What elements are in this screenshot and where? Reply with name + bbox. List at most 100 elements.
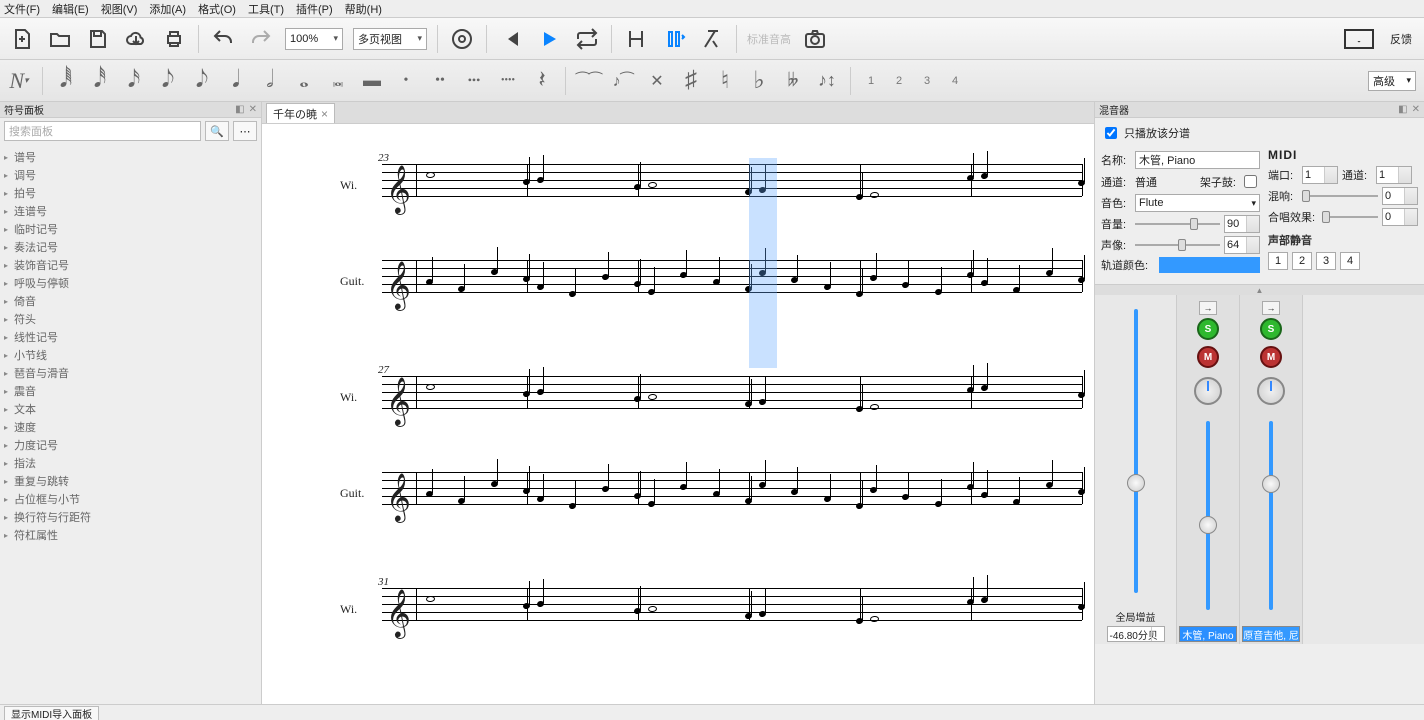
feedback-label[interactable]: 反馈 (1390, 31, 1412, 47)
dot-1-icon[interactable]: • (395, 66, 417, 96)
midi-import-panel-button[interactable]: 显示MIDI导入面板 (4, 706, 99, 720)
palette-item[interactable]: 小节线 (0, 346, 261, 364)
menu-help[interactable]: 帮助(H) (345, 1, 382, 17)
midi-port-value[interactable]: 1 (1302, 166, 1338, 184)
redo-icon[interactable] (247, 25, 275, 53)
zoom-select[interactable]: 100% (285, 28, 343, 50)
note-longa-icon[interactable]: ▬ (361, 66, 383, 96)
drumset-checkbox[interactable] (1244, 175, 1257, 188)
solo-button[interactable]: S (1260, 318, 1282, 340)
chorus-slider[interactable] (1322, 210, 1378, 224)
midi-chan-value[interactable]: 1 (1376, 166, 1412, 184)
dot-2-icon[interactable]: •• (429, 66, 451, 96)
sharp-icon[interactable]: ♯ (680, 66, 702, 96)
palette-undock-icon[interactable]: ◧ (235, 104, 244, 115)
palette-item[interactable]: 连谱号 (0, 202, 261, 220)
note-16th-icon[interactable]: 𝅘𝅥𝅯 (123, 66, 145, 96)
mute-button[interactable]: M (1197, 346, 1219, 368)
screenshot-icon[interactable] (801, 25, 829, 53)
palette-item[interactable]: 调号 (0, 166, 261, 184)
palette-item[interactable]: 倚音 (0, 292, 261, 310)
channel-fader[interactable] (1193, 417, 1223, 624)
volume-value[interactable]: 90 (1224, 215, 1260, 233)
midi-reverb-value[interactable]: 0 (1382, 187, 1418, 205)
double-flat-icon[interactable]: 𝄫 (782, 66, 804, 96)
palette-item[interactable]: 琶音与滑音 (0, 364, 261, 382)
voice-mute-1[interactable]: 1 (1268, 252, 1288, 270)
pan-slider[interactable] (1135, 238, 1220, 252)
print-icon[interactable] (160, 25, 188, 53)
mail-icon[interactable] (1344, 29, 1374, 49)
midi-input-icon[interactable] (698, 25, 726, 53)
palette-search-input[interactable]: 搜索面板 (4, 121, 201, 141)
voice-mute-4[interactable]: 4 (1340, 252, 1360, 270)
palette-item[interactable]: 奏法记号 (0, 238, 261, 256)
channel-pan-knob[interactable] (1257, 377, 1285, 405)
voice-1-button[interactable]: 1 (863, 72, 879, 90)
note-input-mode-icon[interactable]: N▾ (8, 66, 30, 96)
channel-fader[interactable] (1256, 417, 1286, 624)
count-in-icon[interactable] (622, 25, 650, 53)
note-64th-icon[interactable]: 𝅘𝅥𝅱 (55, 66, 77, 96)
voice-3-button[interactable]: 3 (919, 72, 935, 90)
menu-format[interactable]: 格式(O) (198, 1, 236, 17)
palette-item[interactable]: 临时记号 (0, 220, 261, 238)
pan-value[interactable]: 64 (1224, 236, 1260, 254)
palette-item[interactable]: 换行符与行距符 (0, 508, 261, 526)
note-double-whole-icon[interactable]: 𝅜 (327, 66, 349, 96)
channel-expand-icon[interactable]: → (1199, 301, 1217, 315)
menu-add[interactable]: 添加(A) (149, 1, 186, 17)
page-layout-select[interactable]: 多页视图 (353, 28, 427, 50)
palette-item[interactable]: 呼吸与停顿 (0, 274, 261, 292)
note-whole-icon[interactable]: 𝅝 (293, 66, 315, 96)
cloud-icon[interactable] (122, 25, 150, 53)
palette-item[interactable]: 占位框与小节 (0, 490, 261, 508)
voice-4-button[interactable]: 4 (947, 72, 963, 90)
metronome-icon[interactable] (660, 25, 688, 53)
track-name-field[interactable]: 木管, Piano (1135, 151, 1260, 169)
voice-mute-3[interactable]: 3 (1316, 252, 1336, 270)
master-fader[interactable] (1121, 305, 1151, 607)
concert-pitch-icon[interactable] (448, 25, 476, 53)
save-icon[interactable] (84, 25, 112, 53)
palette-close-icon[interactable]: ✕ (249, 104, 257, 115)
palette-item[interactable]: 震音 (0, 382, 261, 400)
open-file-icon[interactable] (46, 25, 74, 53)
menu-tools[interactable]: 工具(T) (248, 1, 284, 17)
midi-chorus-value[interactable]: 0 (1382, 208, 1418, 226)
palette-item[interactable]: 符头 (0, 310, 261, 328)
new-file-icon[interactable] (8, 25, 36, 53)
menu-edit[interactable]: 编辑(E) (52, 1, 89, 17)
workspace-select[interactable]: 高级 (1368, 71, 1416, 91)
menu-plugins[interactable]: 插件(P) (296, 1, 333, 17)
mixer-undock-icon[interactable]: ◧ (1398, 104, 1407, 115)
sound-select[interactable]: Flute (1135, 194, 1260, 212)
dot-4-icon[interactable]: •••• (497, 66, 519, 96)
volume-slider[interactable] (1135, 217, 1220, 231)
channel-expand-icon[interactable]: → (1262, 301, 1280, 315)
channel-label[interactable]: 原音吉他, 尼 (1242, 626, 1300, 642)
track-color-swatch[interactable] (1159, 257, 1260, 273)
channel-pan-knob[interactable] (1194, 377, 1222, 405)
voice-mute-2[interactable]: 2 (1292, 252, 1312, 270)
tie-icon[interactable]: ⁀⁀ (578, 66, 600, 96)
menu-view[interactable]: 视图(V) (101, 1, 138, 17)
voice-2-button[interactable]: 2 (891, 72, 907, 90)
palette-item[interactable]: 速度 (0, 418, 261, 436)
play-part-only-checkbox[interactable] (1105, 127, 1117, 139)
marcato-icon[interactable]: ✕ (646, 66, 668, 96)
menu-file[interactable]: 文件(F) (4, 1, 40, 17)
note-8th-alt-icon[interactable]: 𝅘𝅥𝅮 (191, 66, 213, 96)
undo-icon[interactable] (209, 25, 237, 53)
palette-item[interactable]: 谱号 (0, 148, 261, 166)
palette-item[interactable]: 符杠属性 (0, 526, 261, 544)
note-8th-icon[interactable]: 𝅘𝅥𝅮 (157, 66, 179, 96)
mixer-expand-handle[interactable]: ▲ (1095, 285, 1424, 295)
natural-icon[interactable]: ♮ (714, 66, 736, 96)
solo-button[interactable]: S (1197, 318, 1219, 340)
dot-3-icon[interactable]: ••• (463, 66, 485, 96)
flip-icon[interactable]: ♪↕ (816, 66, 838, 96)
slur-icon[interactable]: ♪⁀ (612, 66, 634, 96)
mixer-close-icon[interactable]: ✕ (1412, 104, 1420, 115)
loop-icon[interactable] (573, 25, 601, 53)
